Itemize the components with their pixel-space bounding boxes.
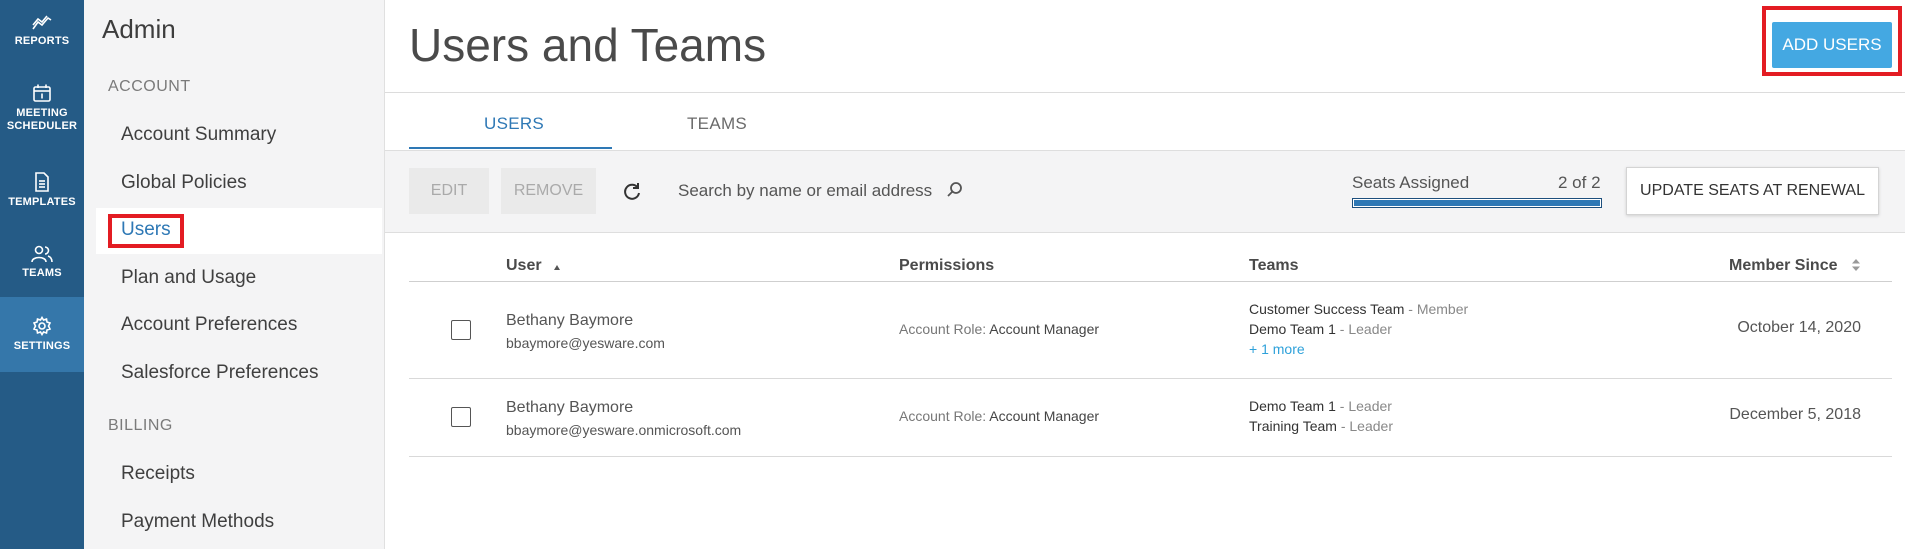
sort-icon[interactable] <box>1851 258 1861 272</box>
row-checkbox[interactable] <box>451 320 471 340</box>
rail-label: TEAMS <box>22 266 62 279</box>
page-title: Users and Teams <box>409 19 767 71</box>
rail-label: REPORTS <box>14 35 70 47</box>
sidebar-item-salesforce-preferences[interactable]: Salesforce Preferences <box>121 362 319 384</box>
rail-item-reports[interactable]: REPORTS <box>0 0 84 63</box>
column-header-teams: Teams <box>1249 257 1299 274</box>
team-name: Demo Team 1 <box>1249 398 1336 414</box>
permission-label: Account Role: <box>899 321 987 337</box>
refresh-icon[interactable] <box>620 180 644 204</box>
sort-ascending-icon[interactable] <box>553 259 561 270</box>
admin-sidebar: Admin ACCOUNT Account Summary Global Pol… <box>84 0 385 549</box>
row-checkbox[interactable] <box>451 407 471 427</box>
remove-button[interactable]: REMOVE <box>501 168 596 214</box>
people-icon <box>30 245 54 267</box>
sidebar-item-users[interactable]: Users <box>121 219 171 241</box>
team-name: Customer Success Team <box>1249 301 1405 317</box>
seats-progress-bar <box>1352 198 1602 208</box>
rail-item-teams[interactable]: TEAMS <box>0 227 84 297</box>
permission-label: Account Role: <box>899 408 987 424</box>
sidebar-section-account: ACCOUNT <box>108 78 191 95</box>
sidebar-item-plan-and-usage[interactable]: Plan and Usage <box>121 267 256 289</box>
user-name: Bethany Baymore <box>506 399 634 416</box>
search-icon[interactable] <box>945 180 965 200</box>
seats-progress-fill <box>1353 199 1601 207</box>
member-since: October 14, 2020 <box>1737 319 1861 336</box>
team-role: Leader <box>1349 418 1393 434</box>
sidebar-section-billing: BILLING <box>108 417 173 434</box>
sidebar-title: Admin <box>102 14 176 44</box>
divider <box>409 281 1892 282</box>
divider <box>385 92 1905 93</box>
rail-label: MEETING SCHEDULER <box>6 107 78 132</box>
app-root: REPORTS MEETING SCHEDULER TEMPLATES TEAM… <box>0 0 1905 549</box>
user-email: bbaymore@yesware.onmicrosoft.com <box>506 422 742 438</box>
tab-users[interactable]: USERS <box>484 114 544 134</box>
column-header-member-since[interactable]: Member Since <box>1729 257 1837 275</box>
search-input[interactable] <box>678 176 978 206</box>
rail-item-meeting-scheduler[interactable]: MEETING SCHEDULER <box>0 63 84 153</box>
permission-value: Account Manager <box>989 321 1100 337</box>
team-name: Demo Team 1 <box>1249 321 1336 337</box>
rail-item-settings[interactable]: SETTINGS <box>0 297 84 372</box>
permission-value: Account Manager <box>989 408 1100 424</box>
add-users-button[interactable]: ADD USERS <box>1772 22 1892 68</box>
sidebar-item-account-summary[interactable]: Account Summary <box>121 124 276 146</box>
edit-button[interactable]: EDIT <box>409 168 489 214</box>
update-seats-button[interactable]: UPDATE SEATS AT RENEWAL <box>1626 167 1879 215</box>
seats-assigned-label: Seats Assigned <box>1352 173 1470 192</box>
user-name: Bethany Baymore <box>506 312 634 329</box>
calendar-icon <box>32 83 52 107</box>
team-role: Member <box>1416 301 1469 317</box>
divider <box>409 378 1892 379</box>
column-header-permissions: Permissions <box>899 257 995 274</box>
team-name: Training Team <box>1249 418 1337 434</box>
user-email: bbaymore@yesware.com <box>506 335 665 351</box>
team-entry: Demo Team 1 - Leader <box>1249 398 1392 414</box>
document-icon <box>34 171 50 196</box>
rail-label: TEMPLATES <box>8 195 76 208</box>
team-entry: Training Team - Leader <box>1249 418 1393 434</box>
user-permission: Account Role: Account Manager <box>899 408 1099 424</box>
team-role: Leader <box>1348 398 1392 414</box>
more-teams-link[interactable]: + 1 more <box>1249 341 1305 357</box>
gear-icon <box>32 316 52 340</box>
rail-label: SETTINGS <box>13 340 71 352</box>
member-since: December 5, 2018 <box>1729 406 1861 423</box>
sidebar-item-account-preferences[interactable]: Account Preferences <box>121 314 297 336</box>
divider <box>409 456 1892 457</box>
column-header-user[interactable]: User <box>506 257 542 275</box>
seats-assigned-count: 2 of 2 <box>1558 173 1601 192</box>
app-rail: REPORTS MEETING SCHEDULER TEMPLATES TEAM… <box>0 0 84 549</box>
tab-active-indicator <box>409 147 612 149</box>
tab-teams[interactable]: TEAMS <box>687 114 747 134</box>
team-role: Leader <box>1348 321 1392 337</box>
team-entry: Demo Team 1 - Leader <box>1249 321 1392 337</box>
sidebar-item-receipts[interactable]: Receipts <box>121 463 195 485</box>
rail-item-templates[interactable]: TEMPLATES <box>0 153 84 227</box>
sidebar-item-global-policies[interactable]: Global Policies <box>121 172 247 194</box>
chart-line-icon <box>32 15 52 35</box>
sidebar-item-payment-methods[interactable]: Payment Methods <box>121 511 274 533</box>
user-permission: Account Role: Account Manager <box>899 321 1099 337</box>
team-entry: Customer Success Team - Member <box>1249 301 1469 317</box>
